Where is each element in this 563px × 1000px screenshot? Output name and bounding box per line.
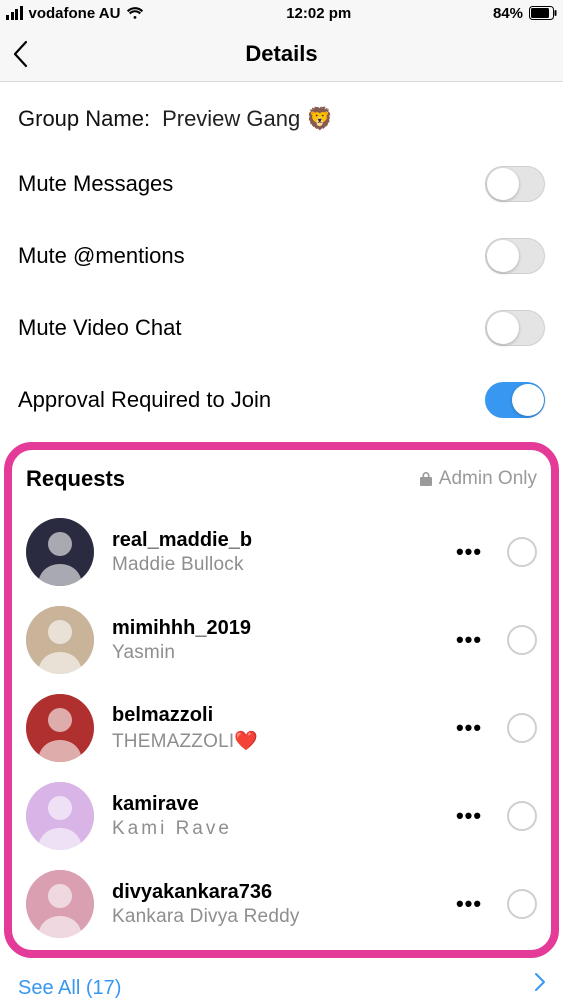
select-radio[interactable] bbox=[507, 889, 537, 919]
avatar[interactable] bbox=[26, 518, 94, 586]
displayname-label: Kankara Divya Reddy bbox=[112, 906, 431, 928]
approval-row: Approval Required to Join bbox=[0, 364, 563, 436]
approval-label: Approval Required to Join bbox=[18, 387, 271, 413]
more-options-button[interactable]: ••• bbox=[449, 891, 489, 917]
group-name-row[interactable]: Group Name: Preview Gang 🦁 bbox=[0, 82, 563, 148]
displayname-label: Kami Rave bbox=[112, 818, 431, 840]
requests-highlight: Requests Admin Only real_maddie_bMaddie … bbox=[4, 442, 559, 958]
displayname-label: Yasmin bbox=[112, 642, 431, 664]
mute-mentions-label: Mute @mentions bbox=[18, 243, 185, 269]
username-label: kamirave bbox=[112, 793, 431, 816]
status-left: vodafone AU bbox=[6, 5, 144, 22]
select-radio[interactable] bbox=[507, 625, 537, 655]
requests-title: Requests bbox=[26, 466, 125, 492]
request-row[interactable]: belmazzoliTHEMAZZOLI❤️ ••• bbox=[22, 684, 541, 772]
mute-video-toggle[interactable] bbox=[485, 310, 545, 346]
group-name-value: Preview Gang 🦁 bbox=[162, 106, 334, 132]
request-row[interactable]: kamiraveKami Rave ••• bbox=[22, 772, 541, 860]
wifi-icon bbox=[126, 6, 144, 20]
nav-header: Details bbox=[0, 26, 563, 82]
content-area: Group Name: Preview Gang 🦁 Mute Messages… bbox=[0, 82, 563, 958]
member-text: divyakankara736Kankara Divya Reddy bbox=[112, 881, 431, 928]
chevron-left-icon bbox=[12, 40, 28, 68]
admin-only-text: Admin Only bbox=[439, 468, 537, 490]
more-options-button[interactable]: ••• bbox=[449, 539, 489, 565]
battery-icon bbox=[529, 6, 557, 20]
battery-pct-label: 84% bbox=[493, 5, 523, 22]
back-button[interactable] bbox=[12, 34, 44, 74]
mute-mentions-row: Mute @mentions bbox=[0, 220, 563, 292]
username-label: belmazzoli bbox=[112, 704, 431, 727]
requests-list: real_maddie_bMaddie Bullock•••mimihhh_20… bbox=[22, 508, 541, 948]
mute-messages-toggle[interactable] bbox=[485, 166, 545, 202]
see-all-link[interactable]: See All (17) bbox=[18, 977, 121, 1000]
request-row[interactable]: divyakankara736Kankara Divya Reddy ••• bbox=[22, 860, 541, 948]
displayname-label: THEMAZZOLI❤️ bbox=[112, 729, 431, 753]
carrier-label: vodafone AU bbox=[29, 5, 121, 22]
cellular-signal-icon bbox=[6, 6, 23, 20]
select-radio[interactable] bbox=[507, 713, 537, 743]
mute-messages-row: Mute Messages bbox=[0, 148, 563, 220]
mute-video-label: Mute Video Chat bbox=[18, 315, 181, 341]
mute-mentions-toggle[interactable] bbox=[485, 238, 545, 274]
member-text: belmazzoliTHEMAZZOLI❤️ bbox=[112, 704, 431, 753]
more-options-button[interactable]: ••• bbox=[449, 715, 489, 741]
status-right: 84% bbox=[493, 5, 557, 22]
username-label: mimihhh_2019 bbox=[112, 617, 431, 640]
member-text: real_maddie_bMaddie Bullock bbox=[112, 529, 431, 576]
requests-header: Requests Admin Only bbox=[22, 462, 541, 508]
more-options-button[interactable]: ••• bbox=[449, 627, 489, 653]
avatar[interactable] bbox=[26, 782, 94, 850]
displayname-label: Maddie Bullock bbox=[112, 554, 431, 576]
lock-icon bbox=[419, 471, 433, 487]
admin-only-label: Admin Only bbox=[419, 468, 537, 490]
clock-label: 12:02 pm bbox=[286, 5, 351, 22]
username-label: divyakankara736 bbox=[112, 881, 431, 904]
username-label: real_maddie_b bbox=[112, 529, 431, 552]
status-bar: vodafone AU 12:02 pm 84% bbox=[0, 0, 563, 26]
avatar[interactable] bbox=[26, 870, 94, 938]
approval-toggle[interactable] bbox=[485, 382, 545, 418]
avatar[interactable] bbox=[26, 694, 94, 762]
select-radio[interactable] bbox=[507, 801, 537, 831]
request-row[interactable]: mimihhh_2019Yasmin ••• bbox=[22, 596, 541, 684]
mute-video-row: Mute Video Chat bbox=[0, 292, 563, 364]
see-all-chevron-icon[interactable] bbox=[533, 972, 547, 998]
page-title: Details bbox=[0, 41, 563, 67]
select-radio[interactable] bbox=[507, 537, 537, 567]
mute-messages-label: Mute Messages bbox=[18, 171, 173, 197]
request-row[interactable]: real_maddie_bMaddie Bullock ••• bbox=[22, 508, 541, 596]
group-name-label: Group Name: bbox=[18, 106, 150, 132]
member-text: kamiraveKami Rave bbox=[112, 793, 431, 840]
member-text: mimihhh_2019Yasmin bbox=[112, 617, 431, 664]
avatar[interactable] bbox=[26, 606, 94, 674]
more-options-button[interactable]: ••• bbox=[449, 803, 489, 829]
